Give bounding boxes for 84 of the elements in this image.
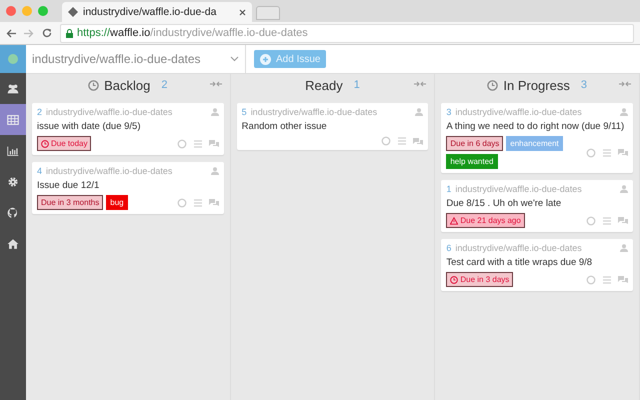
repo-name: industrydive/waffle.io-due-dates (455, 243, 583, 253)
back-icon[interactable] (6, 28, 16, 38)
issue-count: 3 (580, 79, 587, 91)
comments-icon[interactable] (618, 148, 628, 157)
diamond-icon (68, 7, 78, 17)
close-window-icon[interactable] (6, 6, 16, 16)
issue-card[interactable]: 6 industrydive/waffle.io-due-dates Test card with a title wraps due 9/8 Due in 3 days (441, 239, 634, 291)
minimize-window-icon[interactable] (22, 6, 32, 16)
issue-card[interactable]: 5 industrydive/waffle.io-due-dates Random other issue (236, 103, 428, 150)
collapse-icon[interactable] (414, 81, 426, 87)
column-title: In Progress (503, 78, 570, 92)
due-date-badge: Due in 6 days (446, 136, 504, 151)
home-icon (6, 236, 20, 250)
issue-number: 1 (446, 184, 452, 194)
person-icon[interactable] (620, 108, 628, 116)
column-title: Ready (305, 78, 343, 92)
person-icon[interactable] (210, 108, 219, 116)
issue-label[interactable]: help wanted (446, 154, 498, 169)
warning-icon (450, 216, 458, 224)
person-icon[interactable] (620, 244, 628, 252)
issue-card[interactable]: 2 industrydive/waffle.io-due-dates issue with date (due 9/5) Due today (32, 103, 224, 155)
issue-card[interactable]: 1 industrydive/waffle.io-due-dates Due 8/15 . Uh oh we're late Due 21 days ago (441, 180, 634, 232)
person-icon[interactable] (415, 108, 424, 116)
comments-icon[interactable] (618, 275, 628, 284)
clock-icon (88, 80, 100, 90)
overdue-badge: Due 21 days ago (446, 213, 525, 228)
issue-number: 2 (37, 107, 42, 117)
chevron-icon (230, 56, 239, 62)
issue-title: Due 8/15 . Uh oh we're late (446, 198, 562, 209)
project-dropdown[interactable]: industrydive/waffle.io-due-dates (26, 45, 246, 73)
address-bar[interactable]: https://waffle.io/industrydive/waffle.io-due-dates (60, 24, 634, 42)
lines-icon[interactable] (602, 274, 612, 284)
settings-icon (6, 174, 20, 188)
collapse-icon[interactable] (210, 81, 222, 87)
due-date-badge: Due in 3 months (37, 195, 104, 210)
repo-name: industrydive/waffle.io-due-dates (455, 184, 583, 194)
due-date-badge: Due in 3 days (446, 272, 514, 287)
reload-icon[interactable] (42, 28, 52, 38)
lines-icon[interactable] (397, 136, 408, 146)
new-tab-button[interactable] (256, 6, 280, 20)
repo-name: industrydive/waffle.io-due-dates (250, 107, 378, 117)
issue-number: 4 (37, 166, 42, 176)
person-icon[interactable] (620, 185, 628, 193)
issue-title: A thing we need to do right now (due 9/11) (446, 121, 626, 132)
browser-tab[interactable]: industrydive/waffle.io-due-da (62, 2, 252, 22)
plus-icon (260, 54, 271, 64)
issue-count: 1 (354, 79, 360, 91)
issue-number: 5 (242, 107, 247, 117)
lock-icon (66, 28, 73, 38)
issue-title: Random other issue (242, 121, 328, 132)
people-icon (6, 82, 20, 96)
issue-count: 2 (161, 79, 168, 91)
repo-name: industrydive/waffle.io-due-dates (455, 107, 583, 117)
close-icon[interactable] (239, 8, 246, 16)
collapse-icon[interactable] (619, 81, 632, 87)
comments-icon[interactable] (618, 216, 628, 225)
issue-card[interactable]: 4 industrydive/waffle.io-due-dates Issue due 12/1 Due in 3 months bug (32, 162, 224, 214)
person-icon[interactable] (210, 167, 219, 175)
issue-title: Test card with a title wraps due 9/8 (446, 257, 594, 268)
comments-icon[interactable] (413, 136, 424, 146)
repo-name: industrydive/waffle.io-due-dates (46, 107, 174, 117)
grid-icon (6, 112, 20, 126)
issue-title: Issue due 12/1 (37, 180, 100, 191)
repo-name: industrydive/waffle.io-due-dates (46, 166, 174, 176)
comments-icon[interactable] (208, 139, 219, 148)
forward-icon[interactable] (24, 28, 34, 38)
clock-icon (41, 140, 49, 148)
issue-title: issue with date (due 9/5) (37, 121, 142, 132)
bar-chart-icon (6, 144, 20, 158)
lines-icon[interactable] (192, 138, 203, 148)
maximize-window-icon[interactable] (38, 6, 48, 16)
issue-label[interactable]: bug (106, 195, 128, 210)
due-date-badge: Due today (37, 136, 92, 151)
comments-icon[interactable] (208, 198, 219, 207)
clock-icon (487, 80, 498, 90)
issue-number: 3 (446, 107, 452, 117)
clock-icon (450, 276, 458, 284)
lines-icon[interactable] (602, 148, 612, 158)
column-title: Backlog (104, 78, 150, 92)
sidebar-item[interactable] (0, 104, 26, 135)
issue-number: 6 (446, 243, 452, 253)
lines-icon[interactable] (602, 216, 612, 226)
issue-card[interactable]: 3 industrydive/waffle.io-due-dates A thing we need to do right now (due 9/11) Due in 6 days enhancement help wanted (441, 103, 634, 173)
lines-icon[interactable] (192, 198, 203, 208)
